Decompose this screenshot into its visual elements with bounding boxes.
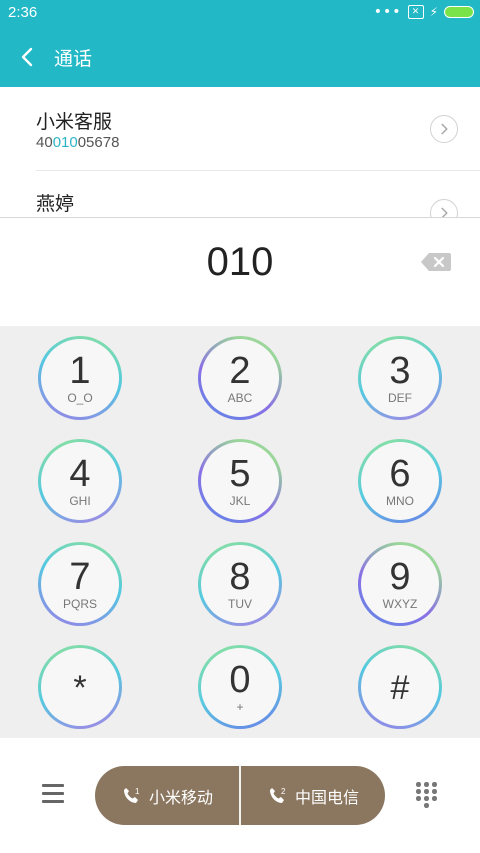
key-digit: 9	[389, 556, 411, 598]
phone-icon: 1	[121, 786, 141, 806]
key-digit: 6	[389, 453, 411, 495]
key-8[interactable]: 8 TUV	[198, 542, 282, 626]
key-hash[interactable]: #	[358, 645, 442, 729]
key-letters: ABC	[227, 391, 253, 405]
call-sim1-button[interactable]: 1 小米移动	[95, 766, 239, 825]
status-bar: 2:36 ••• ✕ ⚡	[0, 0, 480, 28]
svg-text:2: 2	[281, 787, 286, 796]
key-1[interactable]: 1 O_O	[38, 336, 122, 420]
key-digit: 4	[69, 453, 91, 495]
number-display: 010	[0, 218, 480, 326]
chevron-right-icon[interactable]	[430, 199, 458, 218]
call-buttons: 1 小米移动 2 中国电信	[95, 766, 385, 825]
key-digit: 5	[229, 453, 251, 495]
key-letters: MNO	[386, 494, 414, 508]
contact-name: 燕婷	[36, 193, 75, 215]
key-2[interactable]: 2 ABC	[198, 336, 282, 420]
status-icons: ••• ✕ ⚡	[374, 5, 474, 19]
key-9[interactable]: 9 WXYZ	[358, 542, 442, 626]
key-3[interactable]: 3 DEF	[358, 336, 442, 420]
call-sim2-label: 中国电信	[294, 787, 359, 807]
backspace-icon[interactable]	[420, 251, 452, 273]
key-digit: 0	[229, 659, 251, 701]
contact-name: 小米客服	[36, 111, 113, 133]
keypad-icon[interactable]	[416, 782, 438, 808]
key-digit: 8	[229, 556, 251, 598]
number-prefix: 40	[36, 134, 53, 151]
page-title: 通话	[54, 48, 93, 70]
contact-item[interactable]: 燕婷	[0, 171, 480, 218]
contact-suggestions: 小米客服 4001005678 燕婷	[0, 87, 480, 218]
contact-item[interactable]: 小米客服 4001005678	[0, 87, 480, 171]
call-sim2-button[interactable]: 2 中国电信	[241, 766, 385, 825]
svg-text:1: 1	[135, 787, 140, 796]
key-6[interactable]: 6 MNO	[358, 439, 442, 523]
header: 通话	[0, 28, 480, 87]
charging-icon: ⚡	[429, 5, 438, 19]
bottom-bar: 1 小米移动 2 中国电信	[0, 738, 480, 853]
key-letters: O_O	[67, 391, 93, 405]
key-letters: JKL	[229, 494, 251, 508]
key-4[interactable]: 4 GHI	[38, 439, 122, 523]
key-star[interactable]: *	[38, 645, 122, 729]
key-letters: DEF	[388, 391, 412, 405]
contact-number: 4001005678	[36, 134, 119, 151]
key-letters: GHI	[69, 494, 91, 508]
key-letters: WXYZ	[382, 597, 418, 611]
key-letters: PQRS	[62, 597, 97, 611]
key-digit: #	[390, 669, 410, 707]
number-suffix: 05678	[77, 134, 120, 151]
back-icon[interactable]	[16, 43, 40, 71]
dial-keypad: 1 O_O 2 ABC 3 DEF 4 GHI 5 JKL 6 MNO 7 PQ…	[0, 326, 480, 738]
battery-icon	[444, 6, 474, 18]
key-letters: TUV	[228, 597, 252, 611]
dialed-number[interactable]: 010	[0, 240, 480, 285]
key-digit: 2	[229, 350, 251, 392]
key-digit: *	[73, 669, 87, 707]
key-0[interactable]: 0 +	[198, 645, 282, 729]
status-time: 2:36	[8, 4, 38, 21]
more-dots-icon: •••	[373, 4, 402, 20]
sim-off-icon: ✕	[407, 5, 424, 19]
key-digit: 1	[69, 350, 91, 392]
call-sim1-label: 小米移动	[148, 787, 213, 807]
key-letters: +	[236, 700, 244, 714]
chevron-right-icon[interactable]	[430, 115, 458, 143]
key-digit: 3	[389, 350, 411, 392]
key-5[interactable]: 5 JKL	[198, 439, 282, 523]
key-7[interactable]: 7 PQRS	[38, 542, 122, 626]
top-bar: 2:36 ••• ✕ ⚡ 通话	[0, 0, 480, 87]
menu-icon[interactable]	[42, 784, 64, 804]
phone-icon: 2	[267, 786, 287, 806]
number-match: 010	[52, 134, 78, 151]
key-digit: 7	[69, 556, 91, 598]
